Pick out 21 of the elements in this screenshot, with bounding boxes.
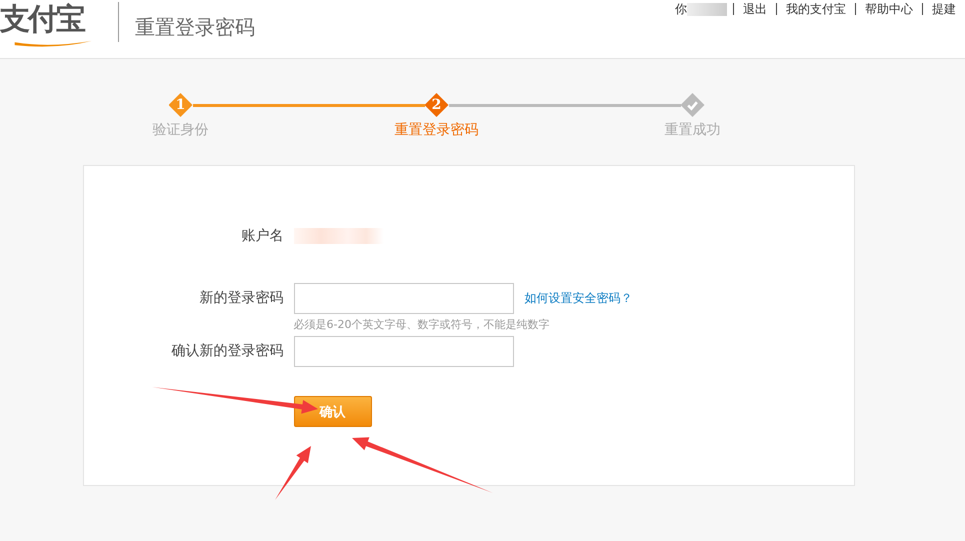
step-marker: 2 bbox=[424, 93, 448, 117]
nav-link[interactable]: 你 bbox=[666, 0, 687, 18]
password-field[interactable] bbox=[294, 283, 514, 314]
field-label: 新的登录密码 bbox=[198, 289, 284, 308]
password-field[interactable] bbox=[294, 336, 514, 367]
check-icon bbox=[686, 98, 699, 112]
step-label: 重置登录密码 bbox=[394, 121, 478, 139]
step-label: 重置成功 bbox=[664, 121, 720, 139]
field-label: 账户名 bbox=[240, 227, 284, 246]
nav-link[interactable]: 帮助中心 bbox=[856, 0, 922, 18]
step-label: 验证身份 bbox=[152, 121, 208, 139]
nav-link[interactable]: 退出 bbox=[734, 0, 776, 18]
page-title: 重置登录密码 bbox=[135, 14, 255, 41]
arrow bbox=[275, 446, 311, 500]
nav-link[interactable]: 我的支付宝 bbox=[777, 0, 855, 18]
field-label: 确认新的登录密码 bbox=[170, 342, 284, 361]
nav-link[interactable]: 提建 bbox=[923, 0, 965, 18]
step-marker: 1 bbox=[168, 93, 192, 117]
help-link[interactable]: 如何设置安全密码？ bbox=[524, 290, 632, 307]
hint-text: 必须是6-20个英文字母、数字或符号，不能是纯数字 bbox=[294, 317, 550, 332]
logo-text: 支付宝 bbox=[0, 2, 84, 38]
